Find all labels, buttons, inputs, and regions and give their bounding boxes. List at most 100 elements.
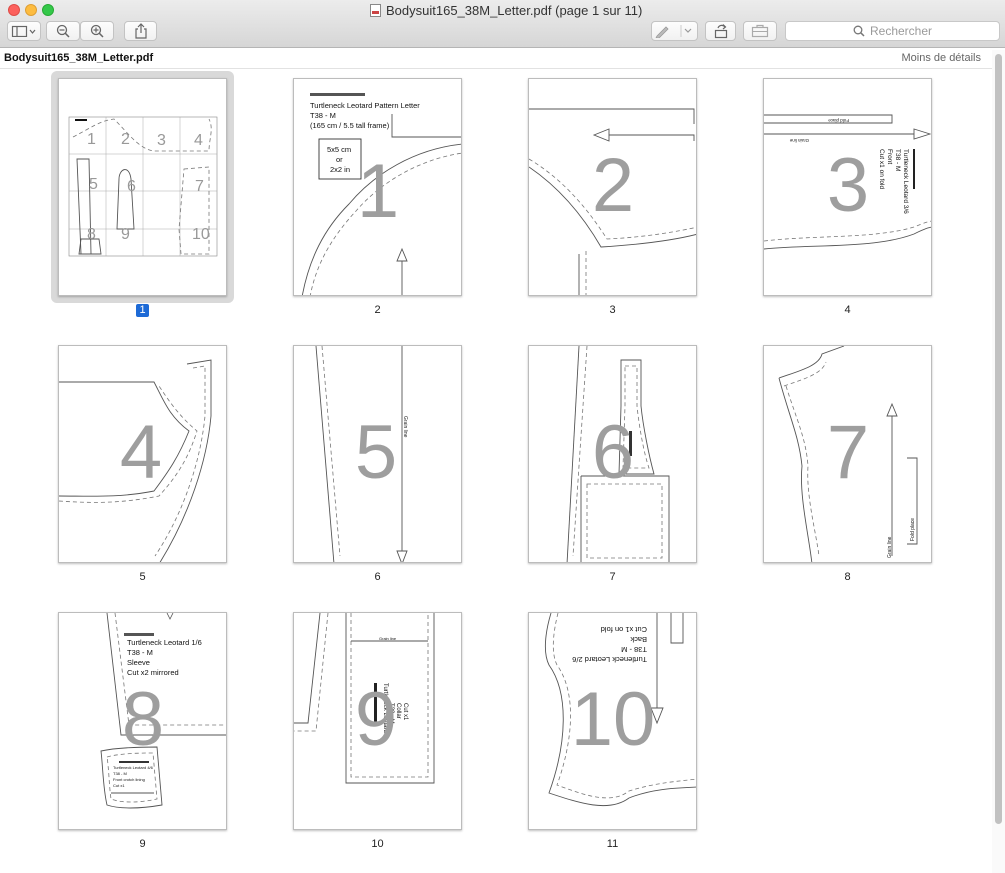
close-window-button[interactable] xyxy=(8,4,20,16)
page-number-watermark: 8 xyxy=(122,677,164,762)
page-text: (165 cm / 5.5 tall frame) xyxy=(310,121,390,130)
page-number-watermark: 3 xyxy=(827,143,869,228)
cut-line xyxy=(778,377,813,562)
tile-number: 4 xyxy=(194,132,203,149)
page-number-watermark: 4 xyxy=(120,410,162,495)
page-content: Turtleneck Leotard Pattern LetterT38 - M… xyxy=(301,93,461,295)
page-text: Cut x1 xyxy=(113,783,125,788)
page-text: Cut x1 xyxy=(402,703,408,721)
tile-number: 5 xyxy=(89,176,98,193)
preview-window: Bodysuit165_38M_Letter.pdf (page 1 sur 1… xyxy=(0,0,1005,873)
cut-line xyxy=(778,346,845,379)
sidebar-icon xyxy=(11,25,36,37)
search-field[interactable]: Rechercher xyxy=(785,21,1000,41)
page-text: Turtleneck Leotard 4/6 xyxy=(113,765,154,770)
page-number-text: 8 xyxy=(844,571,851,583)
page-text: Fold place xyxy=(910,518,916,541)
page-number-watermark: 6 xyxy=(592,410,634,495)
page-content: 2 xyxy=(529,108,696,295)
page-content: Grain line Fold place 7 xyxy=(778,346,918,562)
page-number-label[interactable]: 1 xyxy=(58,304,227,317)
tile-number: 1 xyxy=(87,131,96,148)
page-number-label[interactable]: 7 xyxy=(528,571,697,584)
page-thumbnail[interactable]: Grain line Fold place 7 xyxy=(763,345,932,563)
page-number-label[interactable]: 4 xyxy=(763,304,932,317)
page-text: Fold place xyxy=(828,118,849,123)
page-number-label[interactable]: 5 xyxy=(58,571,227,584)
minimize-window-button[interactable] xyxy=(25,4,37,16)
page-number-text: 1 xyxy=(136,304,149,317)
tile-number: 6 xyxy=(127,178,136,195)
page-text: T38 - M xyxy=(113,771,127,776)
page-text: 2x2 in xyxy=(330,165,350,174)
page-number-label[interactable]: 8 xyxy=(763,571,932,584)
page-text: Grain line xyxy=(887,536,893,558)
page-thumbnail[interactable]: Turtleneck Leotard 1/6 T38 - M Sleeve Cut x… xyxy=(58,612,227,830)
tile-number: 2 xyxy=(121,131,130,148)
page-text: Turtleneck Leotard 2/6 xyxy=(572,655,647,664)
page-text: Sleeve xyxy=(127,658,150,667)
zoom-in-button[interactable] xyxy=(80,21,114,41)
toolbox-icon xyxy=(751,24,769,38)
search-icon xyxy=(853,25,865,37)
page-thumbnail[interactable]: Turtleneck Leotard Pattern Letter T38 - M… xyxy=(293,78,462,296)
page-text: or xyxy=(336,155,343,164)
document-filename: Bodysuit165_38M_Letter.pdf xyxy=(4,52,154,64)
page-thumbnail[interactable]: 2 xyxy=(528,78,697,296)
tile-number: 10 xyxy=(192,226,210,243)
zoom-window-button[interactable] xyxy=(42,4,54,16)
page-number-watermark: 5 xyxy=(355,410,397,495)
page-text: Grain line xyxy=(789,138,809,143)
cut-line xyxy=(764,114,893,124)
page-thumbnail[interactable]: 4 xyxy=(58,345,227,563)
page-number-text: 10 xyxy=(371,838,384,850)
page-number-text: 9 xyxy=(139,838,146,850)
page-content: 4 xyxy=(59,359,212,562)
page-thumbnail[interactable]: 6 xyxy=(528,345,697,563)
page-number-label[interactable]: 11 xyxy=(528,838,697,851)
page-number-label[interactable]: 9 xyxy=(58,838,227,851)
share-icon xyxy=(134,23,147,39)
page-number-watermark: 9 xyxy=(355,677,397,762)
page-number-text: 2 xyxy=(374,304,381,316)
rotate-button[interactable] xyxy=(705,21,736,41)
toolbar: Bodysuit165_38M_Letter.pdf (page 1 sur 1… xyxy=(0,0,1005,48)
cut-line xyxy=(764,226,931,250)
page-number-text: 4 xyxy=(844,304,851,316)
zoom-out-button[interactable] xyxy=(46,21,80,41)
page-number-label[interactable]: 10 xyxy=(293,838,462,851)
page-number-label[interactable]: 6 xyxy=(293,571,462,584)
page-thumbnail[interactable]: Fold place Grain line Turtleneck Leotard 3… xyxy=(763,78,932,296)
tile-number: 3 xyxy=(157,132,166,149)
page-number-text: 7 xyxy=(609,571,616,583)
page-text: Grain line xyxy=(402,416,408,438)
page-number-label[interactable]: 2 xyxy=(293,304,462,317)
scrollbar-thumb[interactable] xyxy=(995,54,1002,824)
cut-line xyxy=(670,613,684,644)
vertical-scrollbar[interactable] xyxy=(992,50,1005,873)
toolbox-button[interactable] xyxy=(743,21,777,41)
page-text: Cut x1 on fold xyxy=(878,149,885,189)
cut-line xyxy=(159,359,212,562)
sidebar-toggle-button[interactable] xyxy=(7,21,41,41)
less-details-button[interactable]: Moins de détails xyxy=(902,52,982,64)
page-thumbnail[interactable]: Grain line 5 xyxy=(293,345,462,563)
pdf-document-icon xyxy=(370,3,381,17)
page-number-label[interactable]: 3 xyxy=(528,304,697,317)
page-thumbnail[interactable]: 1 2 3 4 5 6 7 8 9 10 xyxy=(58,78,227,296)
cut-line xyxy=(529,108,695,124)
page-number-watermark: 1 xyxy=(357,149,399,234)
seam-line xyxy=(294,613,329,732)
page-number-text: 6 xyxy=(374,571,381,583)
page-thumbnail[interactable]: Turtleneck Leotard 2/6 T38 - M Back Cut x1 … xyxy=(528,612,697,830)
page-text: Grain line xyxy=(379,636,397,641)
page-thumbnail[interactable]: Grain line Turtleneck Leotard T38 - M Colla… xyxy=(293,612,462,830)
page-text: Cut x2 mirrored xyxy=(127,668,179,677)
page-text: Cut x1 on fold xyxy=(601,625,647,634)
tile-number: 9 xyxy=(121,226,130,243)
page-content: Turtleneck Leotard 2/6T38 - MBackCut x1 … xyxy=(544,613,696,807)
share-button[interactable] xyxy=(124,21,157,41)
page-number-watermark: 7 xyxy=(827,410,869,495)
pen-icon xyxy=(655,25,692,38)
markup-button[interactable] xyxy=(651,21,698,41)
